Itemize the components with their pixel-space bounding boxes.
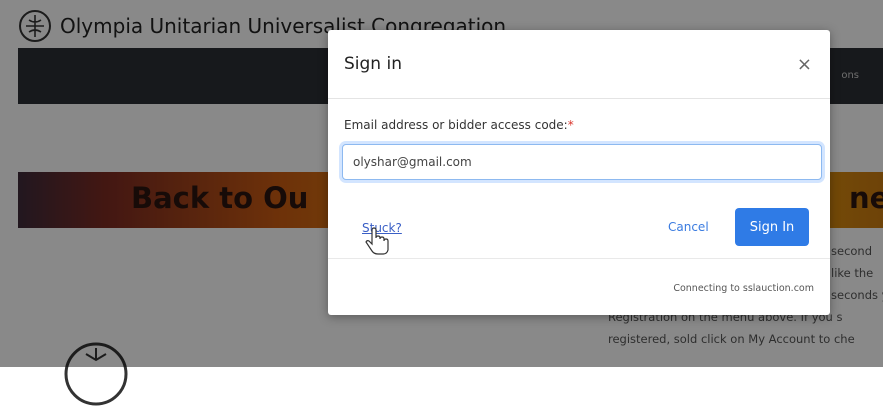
dialog-title: Sign in <box>344 54 402 74</box>
sign-in-dialog: Sign in × Email address or bidder access… <box>328 30 830 315</box>
cancel-button[interactable]: Cancel <box>668 220 709 234</box>
dialog-footer: Connecting to sslauction.com <box>328 258 830 316</box>
sign-in-button[interactable]: Sign In <box>735 208 809 246</box>
required-marker: * <box>567 118 574 132</box>
hand-pointer-cursor-icon <box>365 227 389 255</box>
email-field[interactable] <box>342 144 822 180</box>
email-field-label: Email address or bidder access code:* <box>344 118 574 132</box>
close-icon[interactable]: × <box>797 54 812 75</box>
connection-status: Connecting to sslauction.com <box>673 283 814 294</box>
dialog-header: Sign in × <box>328 30 830 99</box>
email-label-text: Email address or bidder access code: <box>344 118 568 132</box>
